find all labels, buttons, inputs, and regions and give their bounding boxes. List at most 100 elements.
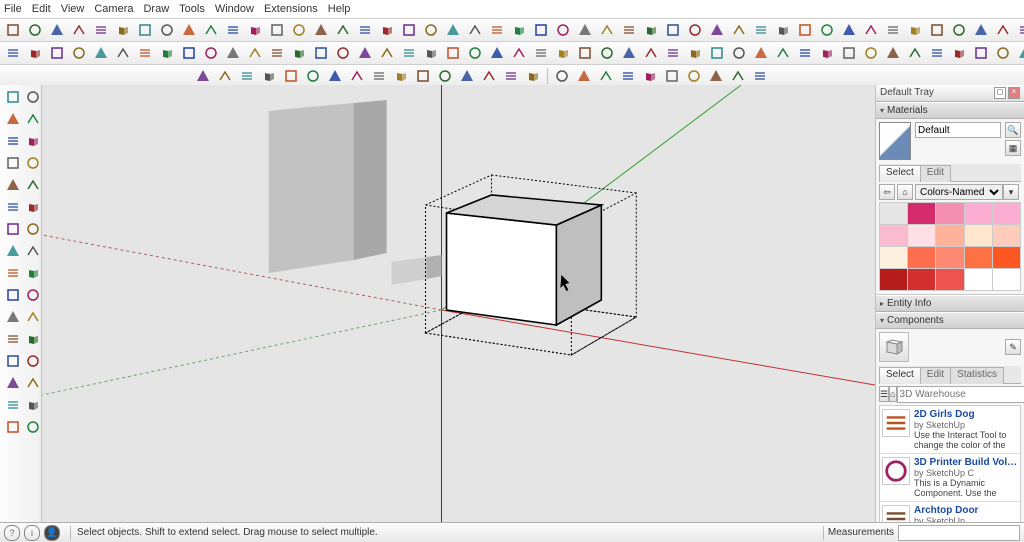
axes-place[interactable] [3, 307, 23, 327]
components-tab-edit[interactable]: Edit [920, 367, 951, 384]
status-help-icon[interactable]: ? [4, 525, 20, 541]
animate-play-button[interactable] [883, 43, 903, 63]
materials-sample-icon[interactable]: 🔍 [1005, 122, 1021, 138]
push-pull-button[interactable] [311, 43, 331, 63]
sandbox-flip-edge-button[interactable] [135, 20, 155, 40]
component-item-2[interactable]: Archtop Doorby SketchUpA scalable door t… [880, 502, 1020, 523]
line-button[interactable] [91, 43, 111, 63]
position-camera-button[interactable] [707, 43, 727, 63]
new-model-button[interactable] [3, 20, 23, 40]
animate-next-button[interactable] [993, 43, 1013, 63]
up-tool-button[interactable] [618, 66, 638, 86]
two-point-arc-button[interactable] [245, 43, 265, 63]
walk-button[interactable] [751, 43, 771, 63]
tag-color-button[interactable] [523, 66, 543, 86]
flatten-button[interactable] [311, 20, 331, 40]
dynamic-interact-button[interactable] [435, 66, 455, 86]
eraser-tool[interactable] [23, 109, 43, 129]
shaded-button[interactable] [817, 20, 837, 40]
push-pull-tool[interactable] [3, 197, 23, 217]
section-display-button[interactable] [575, 20, 595, 40]
material-swatch-1[interactable] [908, 203, 935, 224]
warehouse-tool[interactable] [3, 417, 23, 437]
solid-intersect-button[interactable] [399, 20, 419, 40]
freehand-tool[interactable] [23, 131, 43, 151]
material-swatch-2[interactable] [936, 203, 963, 224]
orbit-button[interactable] [575, 43, 595, 63]
box-selected[interactable] [447, 195, 602, 325]
polygon-tool-button[interactable] [596, 66, 616, 86]
components-home-icon[interactable]: ⌂ [889, 386, 896, 402]
endpoints-button[interactable] [993, 20, 1013, 40]
preferences-button[interactable] [281, 66, 301, 86]
menu-view[interactable]: View [61, 3, 85, 15]
shaded-textures-button[interactable] [839, 20, 859, 40]
color-by-button[interactable] [457, 66, 477, 86]
shadows-toggle-button[interactable] [1015, 43, 1024, 63]
3d-viewport[interactable] [42, 85, 875, 523]
clock-button[interactable] [193, 66, 213, 86]
rectangle-tool[interactable] [3, 175, 23, 195]
previous-view-button[interactable] [685, 43, 705, 63]
pan-button[interactable] [597, 43, 617, 63]
align-axis-button[interactable] [706, 66, 726, 86]
material-swatch-15[interactable] [880, 269, 907, 290]
two-arc-tool[interactable] [23, 153, 43, 173]
tray-close-icon[interactable]: × [1008, 87, 1020, 99]
component-item-1[interactable]: 3D Printer Build Volumeby SketchUp CThis… [880, 454, 1020, 502]
material-swatch-5[interactable] [880, 225, 907, 246]
arc-tool[interactable] [3, 153, 23, 173]
edge-tools-1-button[interactable] [223, 20, 243, 40]
materials-home-icon[interactable]: ⌂ [897, 184, 913, 200]
down-tool-button[interactable] [640, 66, 660, 86]
outliner-button[interactable] [795, 43, 815, 63]
style-1-button[interactable] [355, 20, 375, 40]
status-info-icon[interactable]: i [24, 525, 40, 541]
three-point-arc-button[interactable] [267, 43, 287, 63]
dimension-button[interactable] [487, 43, 507, 63]
edge-tools-2-button[interactable] [245, 20, 265, 40]
position-camera-tool[interactable] [3, 373, 23, 393]
select-tool[interactable] [3, 87, 23, 107]
menu-extensions[interactable]: Extensions [264, 3, 318, 15]
rectangle-button[interactable] [135, 43, 155, 63]
orbit-tool[interactable] [3, 329, 23, 349]
eraser-button[interactable] [47, 43, 67, 63]
sandbox-drape-button[interactable] [91, 20, 111, 40]
material-swatch-7[interactable] [936, 225, 963, 246]
unhide-button[interactable] [685, 20, 705, 40]
xray-button[interactable] [729, 20, 749, 40]
materials-collection-select[interactable]: Colors-Named [915, 184, 1003, 200]
layers-button[interactable] [641, 20, 661, 40]
refresh-button[interactable] [215, 66, 235, 86]
extension-wh-button[interactable] [839, 43, 859, 63]
menu-camera[interactable]: Camera [94, 3, 133, 15]
menu-help[interactable]: Help [328, 3, 351, 15]
solid-trim-button[interactable] [465, 20, 485, 40]
style-2-button[interactable] [377, 20, 397, 40]
material-swatch-8[interactable] [965, 225, 992, 246]
materials-current-swatch[interactable] [879, 122, 911, 160]
animate-settings-button[interactable] [927, 43, 947, 63]
model-info-button[interactable] [303, 66, 323, 86]
menu-window[interactable]: Window [215, 3, 254, 15]
from-scratch-button[interactable] [179, 20, 199, 40]
line-tool[interactable] [3, 131, 23, 151]
materials-tab-select[interactable]: Select [879, 165, 921, 182]
material-swatch-11[interactable] [908, 247, 935, 268]
smooth-button[interactable] [289, 20, 309, 40]
axes-button[interactable] [949, 20, 969, 40]
clean-button[interactable] [267, 20, 287, 40]
tag-toggle-button[interactable] [501, 66, 521, 86]
tray-title-bar[interactable]: Default Tray ◻ × [876, 85, 1024, 102]
entity-info-panel-header[interactable]: Entity Info [876, 295, 1024, 312]
components-tab-select[interactable]: Select [879, 367, 921, 384]
axis-blue-button[interactable] [728, 66, 748, 86]
lasso-button[interactable] [25, 43, 45, 63]
solid-shell-button[interactable] [531, 20, 551, 40]
materials-create-icon[interactable]: ▦ [1005, 140, 1021, 156]
tape-measure[interactable] [3, 263, 23, 283]
walk-tool[interactable] [23, 373, 43, 393]
arc-segments-button[interactable] [201, 20, 221, 40]
material-swatch-16[interactable] [908, 269, 935, 290]
